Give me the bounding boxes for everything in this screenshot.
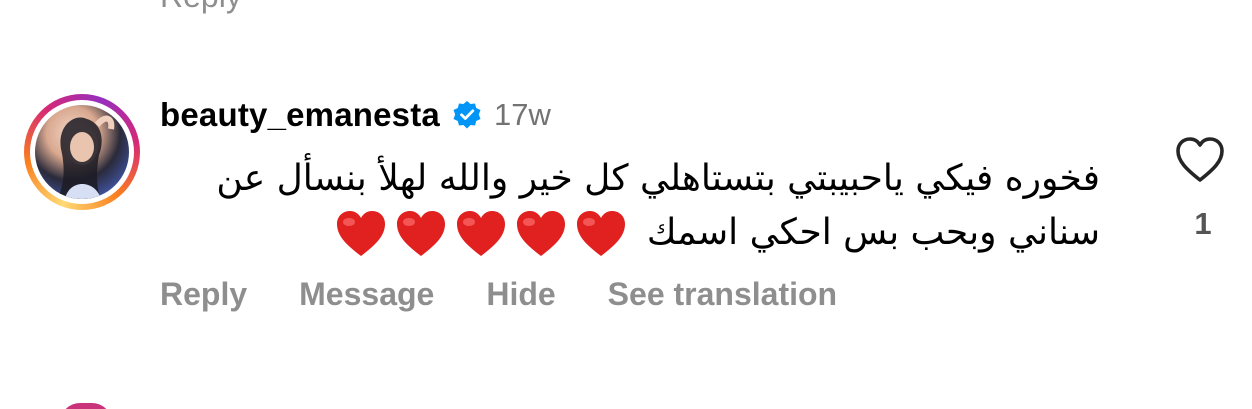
red-heart-emoji-icon: [515, 210, 567, 258]
comment-header: beauty_emanesta 17w: [160, 96, 551, 134]
comment-text-line-2-row: سناني وبحب بس احكي اسمك: [160, 206, 1100, 260]
like-count: 1: [1194, 206, 1212, 241]
avatar-border: [30, 100, 134, 204]
see-translation-button[interactable]: See translation: [608, 276, 837, 313]
username-link[interactable]: beauty_emanesta: [160, 96, 440, 134]
red-heart-emoji-icon: [575, 210, 627, 258]
red-heart-emoji-icon: [455, 210, 507, 258]
previous-reply-button[interactable]: Reply: [160, 0, 242, 15]
message-button[interactable]: Message: [299, 276, 434, 313]
hide-button[interactable]: Hide: [486, 276, 555, 313]
red-heart-emoji-icon: [335, 210, 387, 258]
red-heart-emoji-icon: [395, 210, 447, 258]
heart-outline-icon[interactable]: [1174, 136, 1226, 184]
comment-thread: Reply beauty_emanesta 17w فخوره: [0, 0, 1252, 409]
comment-text: فخوره فيكي ياحبيبتي بتستاهلي كل خير والل…: [160, 152, 1100, 260]
comment-timestamp: 17w: [493, 97, 551, 132]
comment-actions: Reply Message Hide See translation: [160, 276, 837, 313]
reply-button[interactable]: Reply: [160, 276, 247, 313]
next-comment-avatar[interactable]: [60, 403, 112, 409]
avatar[interactable]: [24, 94, 140, 210]
verified-badge-icon: [452, 100, 482, 130]
heart-emojis: [335, 211, 635, 256]
comment-text-line-1: فخوره فيكي ياحبيبتي بتستاهلي كل خير والل…: [216, 158, 1100, 199]
avatar-image: [35, 105, 129, 199]
comment-text-line-2: سناني وبحب بس احكي اسمك: [646, 212, 1100, 253]
